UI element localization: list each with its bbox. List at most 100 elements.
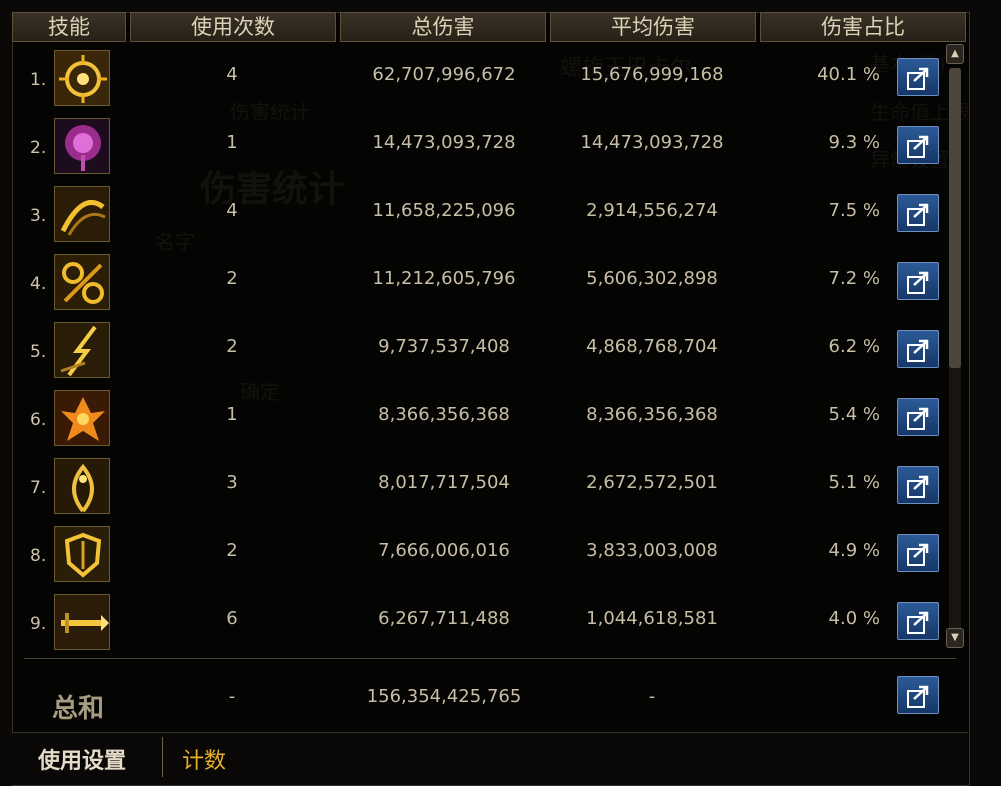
- table-header: 技能 使用次数 总伤害 平均伤害 伤害占比: [0, 0, 1001, 44]
- row-damage-share: 6.2 %: [828, 336, 880, 357]
- row-uses: 3: [226, 472, 238, 493]
- summary-share-button[interactable]: [897, 676, 939, 714]
- row-total-damage: 7,666,006,016: [378, 540, 510, 561]
- summary-total-damage: 156,354,425,765: [366, 686, 522, 707]
- row-rank: 8.: [30, 546, 47, 566]
- column-header-average-damage[interactable]: 平均伤害: [550, 12, 756, 42]
- row-share-button[interactable]: [897, 262, 939, 300]
- share-export-icon: [907, 611, 929, 634]
- share-export-icon: [907, 543, 929, 566]
- row-rank: 5.: [30, 342, 47, 362]
- row-share-button[interactable]: [897, 534, 939, 572]
- holy-vine-skill-icon: [54, 458, 110, 514]
- table-row: 7. 3 8,017,717,504 2,672,572,501 5.1 %: [0, 456, 960, 516]
- row-average-damage: 3,833,003,008: [586, 540, 718, 561]
- lightning-strike-skill-icon: [54, 322, 110, 378]
- column-header-skill[interactable]: 技能: [12, 12, 126, 42]
- row-share-button[interactable]: [897, 194, 939, 232]
- row-rank: 2.: [30, 138, 47, 158]
- bottom-tab-bar: 使用设置 计数: [12, 732, 968, 785]
- golden-orbs-skill-icon: [54, 254, 110, 310]
- tab-divider: [162, 737, 163, 777]
- share-export-icon: [907, 475, 929, 498]
- spiral-slash-skill-icon: [54, 186, 110, 242]
- row-average-damage: 1,044,618,581: [586, 608, 718, 629]
- column-header-total-damage[interactable]: 总伤害: [340, 12, 546, 42]
- row-share-button[interactable]: [897, 398, 939, 436]
- row-rank: 9.: [30, 614, 47, 634]
- table-row: 5. 2 9,737,537,408 4,868,768,704 6.2 %: [0, 320, 960, 380]
- row-total-damage: 62,707,996,672: [372, 64, 516, 85]
- scroll-down-button[interactable]: ▼: [946, 628, 964, 648]
- row-average-damage: 5,606,302,898: [586, 268, 718, 289]
- vertical-scrollbar[interactable]: ▲ ▼: [946, 44, 966, 650]
- row-share-button[interactable]: [897, 330, 939, 368]
- row-uses: 2: [226, 268, 238, 289]
- row-total-damage: 9,737,537,408: [378, 336, 510, 357]
- row-uses: 2: [226, 336, 238, 357]
- row-uses: 1: [226, 404, 238, 425]
- row-average-damage: 8,366,356,368: [586, 404, 718, 425]
- table-row: 6. 1 8,366,356,368 8,366,356,368 5.4 %: [0, 388, 960, 448]
- row-average-damage: 14,473,093,728: [580, 132, 724, 153]
- row-rank: 7.: [30, 478, 47, 498]
- row-share-button[interactable]: [897, 58, 939, 96]
- scroll-up-button[interactable]: ▲: [946, 44, 964, 64]
- table-row: 9. 6 6,267,711,488 1,044,618,581 4.0 %: [0, 592, 960, 652]
- summary-uses: -: [228, 686, 236, 707]
- table-row: 4. 2 11,212,605,796 5,606,302,898 7.2 %: [0, 252, 960, 312]
- row-uses: 4: [226, 64, 238, 85]
- row-rank: 4.: [30, 274, 47, 294]
- row-total-damage: 8,017,717,504: [378, 472, 510, 493]
- row-damage-share: 40.1 %: [817, 64, 880, 85]
- share-export-icon: [907, 407, 929, 430]
- row-rank: 6.: [30, 410, 47, 430]
- row-uses: 4: [226, 200, 238, 221]
- row-damage-share: 7.5 %: [828, 200, 880, 221]
- row-damage-share: 7.2 %: [828, 268, 880, 289]
- row-average-damage: 2,672,572,501: [586, 472, 718, 493]
- scroll-thumb[interactable]: [949, 68, 961, 368]
- row-total-damage: 11,212,605,796: [372, 268, 516, 289]
- table-row: 3. 4 11,658,225,096 2,914,556,274 7.5 %: [0, 184, 960, 244]
- row-total-damage: 8,366,356,368: [378, 404, 510, 425]
- row-rank: 1.: [30, 70, 47, 90]
- summary-label: 总和: [52, 694, 105, 724]
- tab-count[interactable]: 计数: [182, 743, 226, 775]
- share-export-icon: [907, 685, 929, 708]
- table-row: 8. 2 7,666,006,016 3,833,003,008 4.9 %: [0, 524, 960, 584]
- row-uses: 1: [226, 132, 238, 153]
- row-damage-share: 5.4 %: [828, 404, 880, 425]
- scroll-track[interactable]: [949, 68, 961, 628]
- shield-rays-skill-icon: [54, 526, 110, 582]
- radiant-sun-skill-icon: [54, 50, 110, 106]
- row-average-damage: 4,868,768,704: [586, 336, 718, 357]
- sword-thrust-skill-icon: [54, 594, 110, 650]
- row-uses: 2: [226, 540, 238, 561]
- row-average-damage: 15,676,999,168: [580, 64, 724, 85]
- row-damage-share: 9.3 %: [828, 132, 880, 153]
- row-damage-share: 5.1 %: [828, 472, 880, 493]
- tab-usage-settings[interactable]: 使用设置: [38, 743, 126, 775]
- row-uses: 6: [226, 608, 238, 629]
- phoenix-fire-skill-icon: [54, 390, 110, 446]
- share-export-icon: [907, 203, 929, 226]
- column-header-uses[interactable]: 使用次数: [130, 12, 336, 42]
- share-export-icon: [907, 67, 929, 90]
- row-share-button[interactable]: [897, 602, 939, 640]
- row-total-damage: 6,267,711,488: [378, 608, 510, 629]
- row-damage-share: 4.0 %: [828, 608, 880, 629]
- row-share-button[interactable]: [897, 466, 939, 504]
- row-total-damage: 14,473,093,728: [372, 132, 516, 153]
- table-row: 1. 4 62,707,996,672 15,676,999,168 40.1 %: [0, 48, 960, 108]
- share-export-icon: [907, 271, 929, 294]
- row-damage-share: 4.9 %: [828, 540, 880, 561]
- row-share-button[interactable]: [897, 126, 939, 164]
- pink-burst-tree-skill-icon: [54, 118, 110, 174]
- share-export-icon: [907, 135, 929, 158]
- summary-divider: [24, 658, 956, 659]
- row-rank: 3.: [30, 206, 47, 226]
- row-average-damage: 2,914,556,274: [586, 200, 718, 221]
- column-header-damage-share[interactable]: 伤害占比: [760, 12, 966, 42]
- row-total-damage: 11,658,225,096: [372, 200, 516, 221]
